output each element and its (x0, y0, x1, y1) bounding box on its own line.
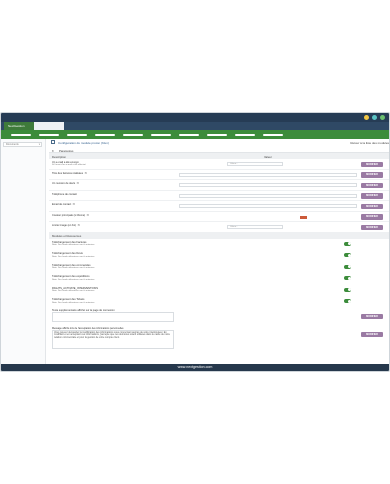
toggle-note: Note: Des fonds utilisateurs sont à auto… (52, 267, 95, 269)
toggle-note: Note: Des fonds utilisateurs sont à auto… (52, 290, 95, 292)
toggle-row: RIGHTS_ACTIVATE_INTERVENTIONS Note: Des … (49, 285, 389, 297)
toggle-switch[interactable] (344, 299, 351, 303)
setting-row: Couleur principale (si thème) : fr MODIF… (49, 212, 389, 222)
tab-new[interactable] (34, 122, 64, 130)
menu-item-8[interactable] (207, 133, 227, 136)
menu-item-4[interactable] (95, 133, 115, 136)
menu-item-6[interactable] (151, 133, 171, 136)
setting-input[interactable]: Valeur... (227, 162, 283, 166)
setting-row: Email de contact : fr MODIFIER (49, 201, 389, 212)
toggle-note: Note: Des fonds utilisateurs sont à auto… (52, 255, 95, 258)
setting-row: Limite Image (en Ko) : fr Valeur... MODI… (49, 222, 389, 233)
module-icon (51, 140, 55, 144)
login-text-textarea[interactable] (52, 312, 174, 322)
toggle-switch[interactable] (344, 241, 351, 246)
toggle-row: Téléchargement des Devis Note: Des fonds… (49, 250, 389, 262)
login-text-row: Texte supplémentaire affiché sur la page… (49, 308, 389, 327)
menu-item-1[interactable] (11, 133, 31, 136)
setting-label: Téléphone de contact (52, 192, 77, 196)
window-controls (364, 115, 385, 120)
column-value: Valeur (264, 154, 272, 159)
setting-label: Limite Image (en Ko) : fr (52, 224, 80, 227)
modify-button[interactable]: MODIFIER (361, 172, 383, 178)
setting-note: Si l'envoi d'un e-mail a été effectué (52, 164, 86, 166)
column-description: Description (52, 154, 66, 159)
menu-item-9[interactable] (235, 133, 255, 136)
app-window: NextGestion Documents ▾ Configuration du… (0, 112, 390, 372)
setting-input[interactable] (179, 193, 357, 198)
modify-button[interactable]: MODIFIER (361, 214, 383, 220)
modify-button[interactable]: MODIFIER (361, 193, 383, 199)
toggle-switch[interactable] (344, 276, 351, 280)
sidebar-select[interactable]: Documents ▾ (3, 142, 42, 147)
minimize-icon[interactable] (364, 115, 369, 120)
toggle-note: Note: Des fonds utilisateurs sont à auto… (52, 278, 95, 281)
color-swatch[interactable] (300, 216, 307, 219)
menu-item-7[interactable] (179, 133, 199, 136)
setting-label: Couleur principale (si thème) : fr (52, 213, 89, 217)
modify-button[interactable]: MODIFIER (361, 182, 383, 188)
menu-item-3[interactable] (67, 133, 87, 136)
privacy-message-row: Message affiché lors de l'acceptation de… (49, 327, 389, 351)
toggle-row: Téléchargement des expéditions Note: Des… (49, 273, 389, 285)
main-panel: Configuration du module proton (fr/en) R… (49, 139, 389, 364)
setting-row: Titre des factures réalisées : fr MODIFI… (49, 170, 389, 180)
toggle-switch[interactable] (344, 264, 351, 269)
sidebar: Documents ▾ (1, 139, 46, 364)
footer-banner: www.nextgestion.com (1, 364, 389, 371)
setting-input[interactable]: Valeur... (227, 225, 283, 229)
setting-input[interactable] (179, 172, 357, 177)
tab-bar: NextGestion (1, 122, 389, 130)
page-title: Configuration du module proton (fr/en) (58, 140, 109, 145)
setting-input[interactable] (179, 204, 357, 208)
section-title: Modules et Ressources (52, 234, 82, 238)
maximize-icon[interactable] (372, 115, 377, 120)
setting-label: Un numéro de devis : fr (52, 182, 79, 185)
toggle-note: Note: Des fonds utilisateurs sont à auto… (52, 244, 95, 246)
tab-nextgestion[interactable]: NextGestion (4, 122, 34, 130)
toggle-row: Téléchargement des Factures Note: Des fo… (49, 239, 389, 251)
toggle-row: Téléchargement des commandes Note: Des f… (49, 262, 389, 274)
modify-button[interactable]: MODIFIER (361, 224, 383, 230)
modify-button[interactable]: MODIFIER (361, 313, 383, 319)
menu-item-5[interactable] (123, 133, 143, 136)
menu-item-10[interactable] (263, 133, 283, 136)
modify-button[interactable]: MODIFIER (361, 203, 383, 209)
toggle-row: Téléchargement des Tickets Note: Des fon… (49, 296, 389, 308)
back-to-modules-link[interactable]: Retour à la liste des modules (350, 141, 389, 145)
menu-item-2[interactable] (39, 133, 59, 136)
setting-row: Un e-mail a été envoyé Si l'envoi d'un e… (49, 159, 389, 170)
chevron-down-icon: ▾ (38, 143, 40, 146)
modify-button[interactable]: MODIFIER (361, 161, 383, 167)
setting-label: Email de contact : fr (52, 203, 75, 206)
main-menu (1, 130, 389, 139)
page-header: Configuration du module proton (fr/en) R… (49, 139, 389, 147)
titlebar (1, 113, 389, 122)
setting-row: Un numéro de devis : fr MODIFIER (49, 180, 389, 191)
setting-label: Titre des factures réalisées : fr (52, 171, 87, 175)
close-icon[interactable] (380, 115, 385, 120)
content-area: Documents ▾ Configuration du module prot… (1, 139, 389, 364)
privacy-message-textarea[interactable]: Vous pouvez demander la modification des… (52, 329, 174, 349)
setting-input[interactable] (179, 183, 357, 187)
setting-row: Téléphone de contact MODIFIER (49, 191, 389, 201)
toggle-switch[interactable] (344, 253, 351, 257)
modify-button[interactable]: MODIFIER (361, 331, 383, 337)
tab-parametres[interactable]: Paramètres (59, 149, 73, 153)
toggle-switch[interactable] (344, 287, 351, 292)
toggle-note: Note: Des fonds utilisateurs sont à auto… (52, 301, 95, 304)
sidebar-select-value: Documents (6, 143, 19, 146)
